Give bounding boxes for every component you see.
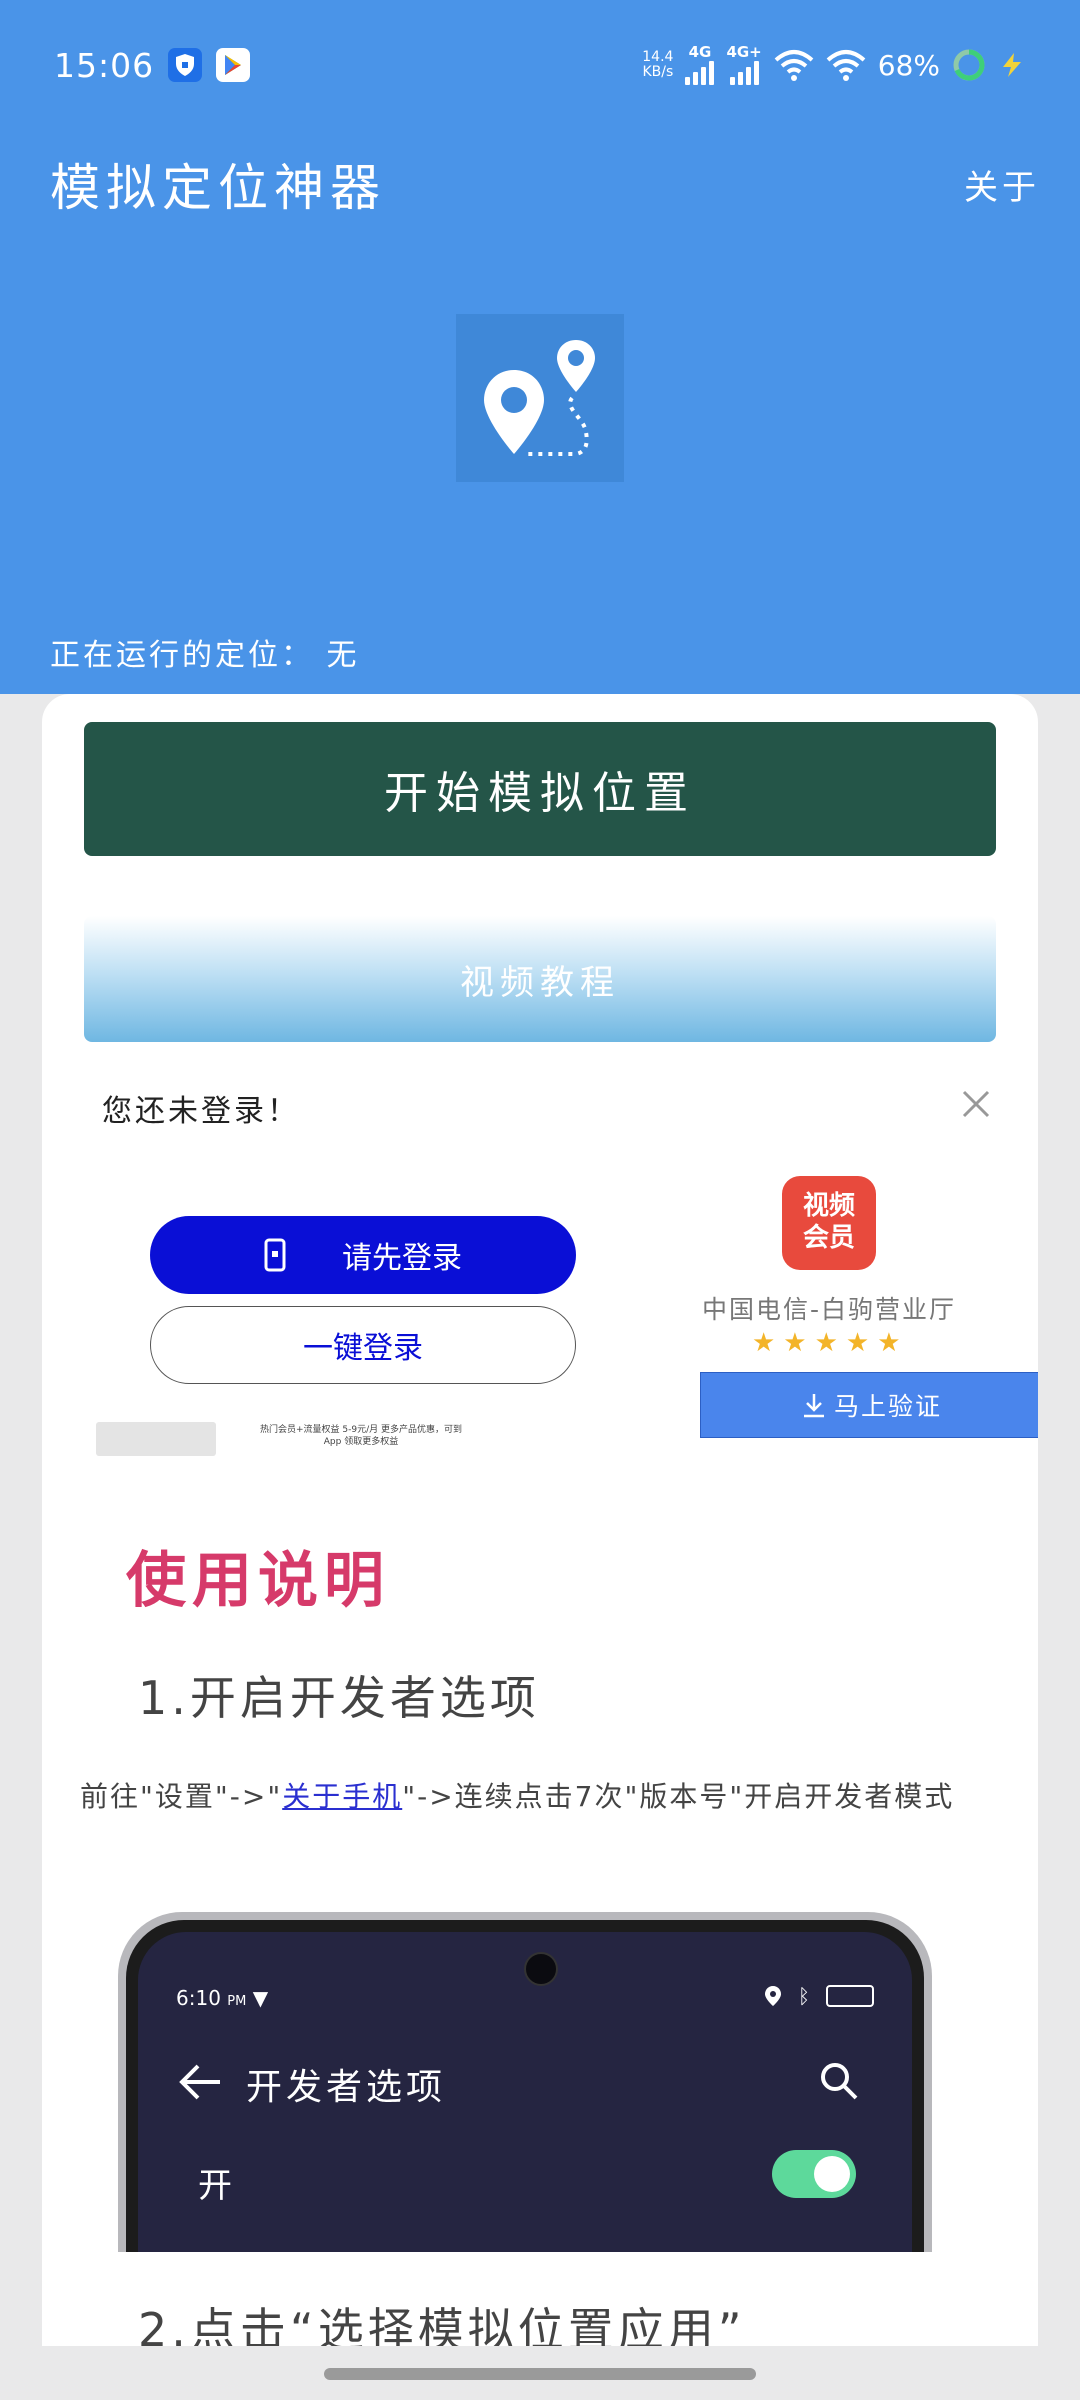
video-member-app-icon: 视频 会员 [782, 1176, 876, 1270]
one-click-login-button[interactable]: 一键登录 [150, 1306, 576, 1384]
usage-heading: 使用说明 [126, 1546, 390, 1616]
wifi-icon: ▼ [252, 1986, 269, 2010]
ad-login-prompt: 您还未登录！ [102, 1094, 300, 1129]
map-pins-icon [484, 340, 595, 456]
ad-fine-print: 热门会员+流量权益 5-9元/月 更多产品优惠，可到 App 领取更多权益 [260, 1425, 462, 1447]
main-card: 开始模拟位置 视频教程 您还未登录！ 请先登录 一键登录 热门会员+流量权益 5… [42, 694, 1038, 2346]
battery-icon [826, 1985, 874, 2007]
signal-4g-plus: 4G+ [726, 45, 762, 85]
ad-app-name: 中国电信-白驹营业厅 [701, 1295, 957, 1324]
signal-4g: 4G [685, 45, 715, 85]
status-right: 14.4 KB/s 4G 4G+ 68% [642, 45, 1026, 85]
home-indicator[interactable] [324, 2368, 756, 2380]
network-speed: 14.4 KB/s [642, 49, 674, 80]
battery-ring-icon [953, 49, 985, 81]
bluetooth-icon: ᛒ [798, 1984, 810, 2008]
phone-time: 6:10 PM ▼ [176, 1986, 269, 2010]
start-mock-location-button[interactable]: 开始模拟位置 [84, 722, 996, 856]
rating-stars: ★★★★★ [752, 1328, 909, 1358]
play-store-icon [216, 48, 251, 82]
app-header: 15:06 14.4 KB/s 4G 4G+ 68% 模拟定位神器 关于 正在运… [0, 0, 1080, 694]
on-label: 开 [198, 2166, 232, 2206]
shield-icon [168, 48, 203, 82]
search-icon [821, 2063, 858, 2100]
wifi-icon [826, 50, 866, 81]
close-icon[interactable] [956, 1084, 996, 1124]
developer-options-title: 开发者选项 [246, 2067, 447, 2108]
phone-icon [264, 1238, 286, 1272]
app-logo [456, 314, 624, 482]
charging-icon [1003, 53, 1021, 77]
verify-now-button[interactable]: 马上验证 [700, 1372, 1038, 1438]
phone-status-icons: ᛒ [764, 1984, 874, 2008]
running-location: 正在运行的定位： 无 [50, 638, 360, 673]
phone-screen: 6:10 PM ▼ ᛒ 开发者选项 开 [138, 1932, 912, 2252]
login-button-label: 请先登录 [342, 1241, 462, 1276]
status-time: 15:06 [54, 45, 155, 85]
step1-description: 前往"设置"->"关于手机"->连续点击7次"版本号"开启开发者模式 [80, 1780, 955, 1813]
verify-now-label: 马上验证 [833, 1392, 942, 1421]
back-arrow-icon [179, 2064, 220, 2100]
ad-secondary-button[interactable] [96, 1422, 216, 1456]
developer-options-toggle [772, 2150, 856, 2198]
wifi-icon [774, 50, 814, 81]
download-icon [803, 1394, 824, 1418]
signal-bars-icon [729, 59, 759, 85]
about-link[interactable]: 关于 [964, 160, 1040, 209]
battery-percent: 68% [877, 48, 940, 82]
status-bar: 15:06 14.4 KB/s 4G 4G+ 68% [54, 42, 1026, 88]
phone-illustration: 6:10 PM ▼ ᛒ 开发者选项 开 [118, 1912, 932, 2252]
step2-title: 2.点击“选择模拟位置应用” [138, 2303, 746, 2346]
about-phone-link[interactable]: 关于手机 [282, 1780, 402, 1813]
login-button[interactable]: 请先登录 [150, 1216, 576, 1294]
ad-banner: 您还未登录！ 请先登录 一键登录 热门会员+流量权益 5-9元/月 更多产品优惠… [84, 1066, 1038, 1456]
signal-bars-icon [685, 59, 715, 85]
location-icon [765, 1986, 781, 2006]
video-tutorial-button[interactable]: 视频教程 [84, 916, 996, 1042]
app-title: 模拟定位神器 [50, 159, 386, 217]
front-camera [524, 1952, 558, 1986]
step1-title: 1.开启开发者选项 [138, 1671, 540, 1725]
